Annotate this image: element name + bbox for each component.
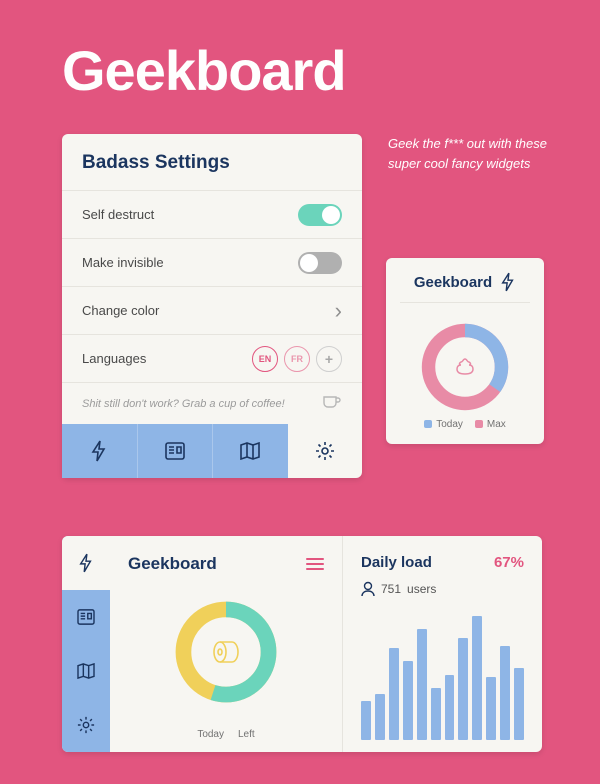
row-languages: Languages EN FR + xyxy=(62,334,362,382)
row-make-invisible: Make invisible xyxy=(62,238,362,286)
users-count: 751 xyxy=(381,582,401,596)
sidebar-news[interactable] xyxy=(62,590,110,644)
bar xyxy=(458,638,468,740)
bar xyxy=(500,646,510,740)
wide-donut-chart xyxy=(128,574,324,729)
poop-icon xyxy=(441,343,489,391)
map-icon xyxy=(240,442,260,460)
users-label: users xyxy=(407,582,436,596)
languages-label: Languages xyxy=(82,351,146,366)
gear-icon xyxy=(315,441,335,461)
language-en-button[interactable]: EN xyxy=(252,346,278,372)
wide-card: Geekboard Today Left Daily load 67% 751 … xyxy=(62,536,542,752)
daily-load-pct: 67% xyxy=(494,554,524,571)
sidebar-map[interactable] xyxy=(62,644,110,698)
lightning-icon xyxy=(90,440,108,462)
lightning-icon xyxy=(500,272,516,292)
wide-title: Geekboard xyxy=(128,554,217,574)
bar xyxy=(417,629,427,740)
sidebar-settings[interactable] xyxy=(62,698,110,752)
lightning-icon xyxy=(78,553,94,573)
language-fr-button[interactable]: FR xyxy=(284,346,310,372)
bar xyxy=(361,701,371,740)
bar xyxy=(403,661,413,740)
bar xyxy=(445,675,455,741)
row-change-color[interactable]: Change color › xyxy=(62,286,362,334)
self-destruct-toggle[interactable] xyxy=(298,204,342,226)
gear-icon xyxy=(77,716,95,734)
daily-load-label: Daily load xyxy=(361,554,432,571)
bar xyxy=(375,694,385,740)
wide-main: Geekboard Today Left xyxy=(110,536,342,752)
mini-legend: Today Max xyxy=(386,419,544,430)
footnote-text: Shit still don't work? Grab a cup of cof… xyxy=(82,398,285,410)
settings-card: Badass Settings Self destruct Make invis… xyxy=(62,134,362,478)
self-destruct-label: Self destruct xyxy=(82,207,154,222)
user-icon xyxy=(361,581,375,597)
mini-title: Geekboard xyxy=(414,274,492,291)
coffee-icon xyxy=(322,395,342,412)
mini-card: Geekboard Today Max xyxy=(386,258,544,444)
bar xyxy=(472,616,482,740)
row-self-destruct: Self destruct xyxy=(62,190,362,238)
bar xyxy=(431,688,441,740)
bar xyxy=(514,668,524,740)
map-icon xyxy=(77,663,95,679)
daily-load-panel: Daily load 67% 751 users xyxy=(342,536,542,752)
page-title: Geekboard xyxy=(62,38,346,103)
settings-header: Badass Settings xyxy=(62,134,362,190)
settings-footnote: Shit still don't work? Grab a cup of cof… xyxy=(62,382,362,424)
change-color-label: Change color xyxy=(82,303,159,318)
settings-tabs xyxy=(62,424,362,478)
make-invisible-toggle[interactable] xyxy=(298,252,342,274)
news-icon xyxy=(77,609,95,625)
language-add-button[interactable]: + xyxy=(316,346,342,372)
make-invisible-label: Make invisible xyxy=(82,255,164,270)
tab-settings[interactable] xyxy=(288,424,363,478)
bar xyxy=(389,648,399,740)
tab-lightning[interactable] xyxy=(62,424,137,478)
news-icon xyxy=(165,442,185,460)
hamburger-icon[interactable] xyxy=(306,558,324,570)
chevron-right-icon: › xyxy=(335,298,342,324)
daily-load-bars xyxy=(361,609,524,740)
tab-news[interactable] xyxy=(137,424,213,478)
mini-donut-chart xyxy=(386,307,544,419)
sidebar-lightning[interactable] xyxy=(62,536,110,590)
tagline-text: Geek the f*** out with these super cool … xyxy=(388,134,558,173)
tab-map[interactable] xyxy=(212,424,288,478)
wide-legend: Today Left xyxy=(128,729,324,740)
toilet-paper-icon xyxy=(198,624,254,680)
wide-sidebar xyxy=(62,536,110,752)
bar xyxy=(486,677,496,740)
